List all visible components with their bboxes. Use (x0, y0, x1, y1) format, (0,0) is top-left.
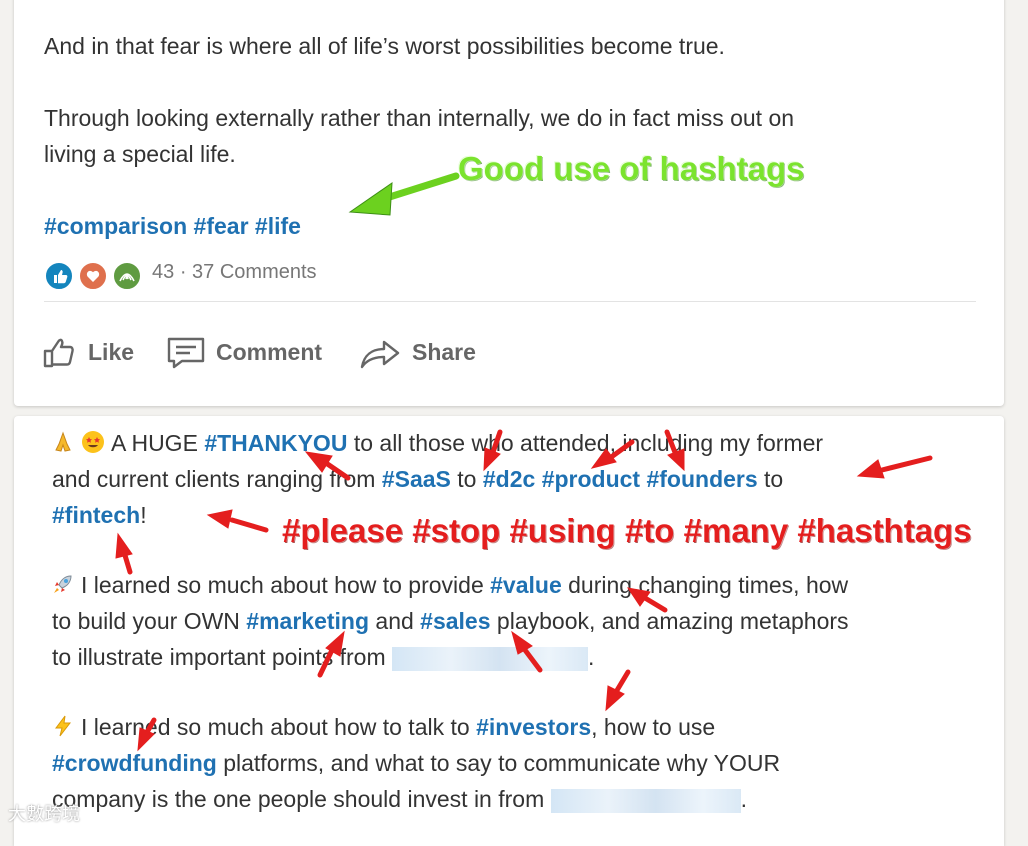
folded-hands-icon (51, 428, 75, 452)
text-span: . (588, 644, 595, 670)
post2-line-3: #fintech! (52, 497, 147, 533)
text-span: platforms, and what to say to communicat… (216, 750, 781, 776)
hashtag-sales[interactable]: #sales (420, 608, 490, 634)
insightful-reaction-icon (112, 261, 142, 291)
hashtag-product[interactable]: #product (542, 466, 640, 492)
lightning-icon (51, 712, 75, 737)
comment-icon (167, 337, 205, 369)
hashtag-d2c[interactable]: #d2c (483, 466, 535, 492)
post-text-paragraph-1: And in that fear is where all of life’s … (44, 33, 725, 59)
hashtag-founders[interactable]: #founders (646, 466, 757, 492)
text-span: A HUGE (111, 430, 205, 456)
share-icon (360, 340, 400, 369)
hashtag-fintech[interactable]: #fintech (52, 502, 140, 528)
text-span: to (450, 466, 483, 492)
post-text-paragraph-2-line-1: Through looking externally rather than i… (44, 105, 795, 131)
text-span: to build your OWN (52, 608, 247, 634)
love-reaction-icon (78, 261, 108, 291)
post2-line-1: A HUGE #THANKYOU to all those who attend… (51, 425, 823, 461)
comment-button[interactable]: Comment (166, 332, 322, 372)
post2-line-4: I learned so much about how to provide #… (51, 567, 848, 603)
text-span: I learned so much about how to provide (81, 572, 491, 598)
text-span: playbook, and amazing metaphors (490, 608, 849, 634)
hashtag-fear[interactable]: #fear (194, 213, 249, 239)
star-struck-icon (81, 428, 105, 453)
like-label: Like (88, 338, 135, 365)
annotation-good-hashtags: Good use of hashtags (458, 150, 805, 187)
hashtag-marketing[interactable]: #marketing (246, 608, 369, 634)
hashtag-investors[interactable]: #investors (476, 714, 591, 740)
post2-line-6: to illustrate important points from . (52, 639, 594, 675)
text-span: and current clients ranging from (52, 466, 382, 492)
post2-line-8: #crowdfunding platforms, and what to say… (52, 745, 780, 781)
text-span: ! (140, 502, 147, 528)
hashtag-value[interactable]: #value (490, 572, 562, 598)
text-span: , how to use (591, 714, 716, 740)
like-button[interactable]: Like (42, 332, 134, 372)
share-label: Share (412, 338, 476, 365)
share-button[interactable]: Share (358, 332, 476, 372)
text-span: to illustrate important points from (52, 644, 393, 670)
rocket-icon (51, 570, 75, 594)
text-span: . (740, 786, 748, 812)
social-counts[interactable]: 43 · 37 Comments (152, 258, 317, 286)
hashtag-comparison[interactable]: #comparison (44, 213, 187, 239)
hashtag-list: #comparison #fear #life (44, 208, 301, 244)
text-span: during changing times, how (561, 572, 849, 598)
thumbs-up-icon (43, 338, 74, 368)
comments-count[interactable]: 37 Comments (192, 261, 317, 283)
text-span: and (369, 608, 421, 634)
post-card-2: A HUGE #THANKYOU to all those who attend… (14, 416, 1004, 846)
hashtag-thankyou[interactable]: #THANKYOU (204, 430, 347, 456)
hashtag-crowdfunding[interactable]: #crowdfunding (52, 750, 217, 776)
divider (44, 301, 976, 302)
post2-line-7: I learned so much about how to talk to #… (51, 709, 715, 745)
post2-line-9: company is the one people should invest … (52, 781, 747, 817)
hashtag-life[interactable]: #life (255, 213, 301, 239)
comment-label: Comment (216, 338, 323, 365)
annotation-too-many-hashtags: #please #stop #using #to #many #hasthtag… (282, 512, 972, 549)
redacted-mention (550, 788, 741, 813)
reaction-count[interactable]: 43 (152, 261, 174, 283)
hashtag-saas[interactable]: #SaaS (382, 466, 451, 492)
text-span: to all those who attended, including my … (347, 430, 824, 456)
post2-line-5: to build your OWN #marketing and #sales … (52, 603, 849, 639)
post-card-1: And in that fear is where all of life’s … (14, 0, 1004, 406)
watermark: 大數跨境 (8, 804, 80, 824)
redacted-mention (392, 646, 589, 671)
post-text-paragraph-2-line-2: living a special life. (44, 141, 236, 167)
like-reaction-icon (44, 261, 74, 291)
post2-line-2: and current clients ranging from #SaaS t… (52, 461, 783, 497)
text-span: to (757, 466, 784, 492)
count-separator: · (179, 261, 187, 283)
text-span: company is the one people should invest … (52, 786, 551, 812)
text-span: I learned so much about how to talk to (81, 714, 477, 740)
